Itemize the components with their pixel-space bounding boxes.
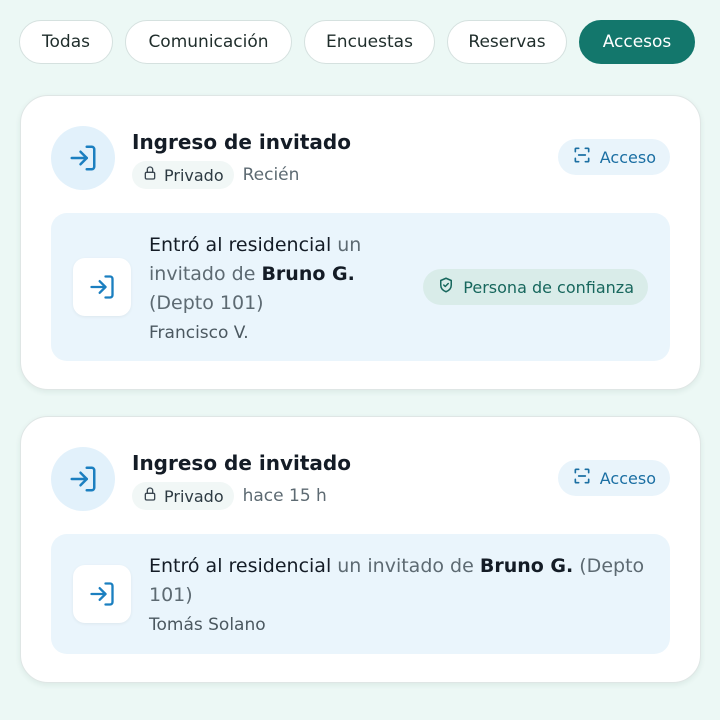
scan-icon [572, 145, 592, 169]
filter-bar: Todas Comunicación Encuestas Reservas Ac… [19, 20, 720, 65]
shield-check-icon [437, 276, 455, 298]
login-icon [73, 258, 131, 316]
filter-chip-todas[interactable]: Todas [19, 20, 113, 64]
login-icon [51, 447, 115, 511]
filter-chip-encuestas[interactable]: Encuestas [304, 20, 435, 64]
event-actor: Francisco V. [149, 323, 249, 343]
trust-label: Persona de confianza [463, 277, 634, 297]
filter-chip-accesos[interactable]: Accesos [579, 20, 695, 64]
privacy-label: Privado [164, 486, 224, 506]
filter-chip-label: Todas [42, 32, 90, 52]
login-icon [73, 565, 131, 623]
category-label: Acceso [599, 147, 656, 167]
filter-chip-label: Reservas [468, 32, 546, 52]
card-title: Ingreso de invitado [132, 451, 351, 475]
scan-icon [572, 466, 592, 490]
event-host: Bruno G. [261, 263, 355, 285]
timestamp: hace 15 h [242, 486, 327, 506]
filter-chip-label: Encuestas [326, 32, 413, 52]
event-host: Bruno G. [479, 555, 574, 577]
card-title: Ingreso de invitado [132, 130, 351, 154]
filter-chip-comunicacion[interactable]: Comunicación [125, 20, 292, 64]
event-action: Entró al residencial [149, 234, 332, 256]
filter-chip-label: Comunicación [148, 32, 269, 52]
event-actor: Tomás Solano [149, 615, 266, 635]
event-action: Entró al residencial [149, 555, 332, 577]
event-message: Entró al residencial un invitado de Brun… [149, 231, 379, 318]
event-message: Entró al residencial un invitado de Brun… [149, 552, 659, 610]
trust-badge: Persona de confianza [423, 269, 648, 305]
category-badge[interactable]: Acceso [557, 460, 670, 496]
event-text: un invitado de [331, 555, 480, 577]
event-detail: Entró al residencial un invitado de Brun… [51, 534, 670, 654]
event-unit: (Depto 101) [149, 292, 264, 314]
timestamp: Recién [242, 165, 300, 185]
filter-chip-reservas[interactable]: Reservas [447, 20, 567, 64]
privacy-badge: Privado [132, 161, 234, 189]
filter-chip-label: Accesos [602, 32, 672, 52]
card-meta: Privado hace 15 h [132, 481, 327, 511]
event-detail: Entró al residencial un invitado de Brun… [51, 213, 670, 361]
login-icon [51, 126, 115, 190]
lock-icon [142, 486, 158, 506]
access-card[interactable]: Ingreso de invitado Privado hace 15 h Ac… [20, 416, 701, 683]
lock-icon [142, 165, 158, 185]
privacy-badge: Privado [132, 482, 234, 510]
category-badge[interactable]: Acceso [557, 139, 670, 175]
privacy-label: Privado [164, 165, 224, 185]
card-meta: Privado Recién [132, 160, 299, 190]
category-label: Acceso [599, 468, 656, 488]
access-card[interactable]: Ingreso de invitado Privado Recién Acces… [20, 95, 701, 390]
